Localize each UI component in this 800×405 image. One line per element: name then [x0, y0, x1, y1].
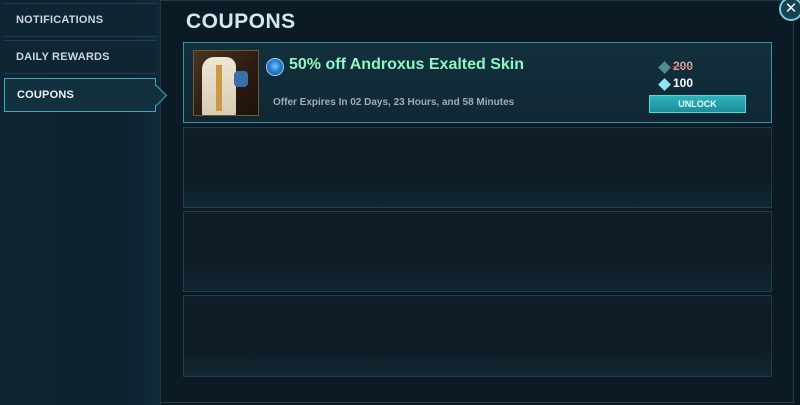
coupon-expiry: Offer Expires In 02 Days, 23 Hours, and … — [273, 97, 515, 108]
coupon-card: 50% off Androxus Exalted Skin Offer Expi… — [183, 42, 772, 123]
close-button[interactable]: ✕ — [779, 0, 800, 21]
skin-gold-trim — [216, 65, 222, 111]
skin-badge-icon — [266, 58, 284, 76]
discounted-price: 100 — [673, 76, 694, 90]
unlock-button[interactable]: UNLOCK — [649, 95, 746, 113]
sidebar: NOTIFICATIONS DAILY REWARDS COUPONS — [0, 0, 168, 405]
skin-gauntlet — [234, 71, 248, 87]
sidebar-item-coupons[interactable]: COUPONS — [4, 78, 168, 112]
sidebar-item-daily-rewards[interactable]: DAILY REWARDS — [4, 40, 156, 74]
crystal-gem-icon — [658, 61, 671, 74]
empty-coupon-slot — [183, 211, 772, 292]
sidebar-item-label: NOTIFICATIONS — [16, 14, 104, 26]
sidebar-item-label: COUPONS — [17, 89, 75, 101]
coupon-title: 50% off Androxus Exalted Skin — [289, 56, 525, 73]
empty-coupon-slot — [183, 295, 772, 377]
sidebar-item-label: DAILY REWARDS — [16, 51, 110, 63]
close-icon: ✕ — [784, 0, 798, 17]
page-title: COUPONS — [186, 10, 296, 33]
empty-coupon-slot — [183, 127, 772, 208]
sidebar-item-notifications[interactable]: NOTIFICATIONS — [4, 3, 156, 37]
crystal-gem-icon — [658, 78, 671, 91]
skin-thumbnail — [193, 50, 259, 116]
original-price: 200 — [673, 59, 694, 73]
